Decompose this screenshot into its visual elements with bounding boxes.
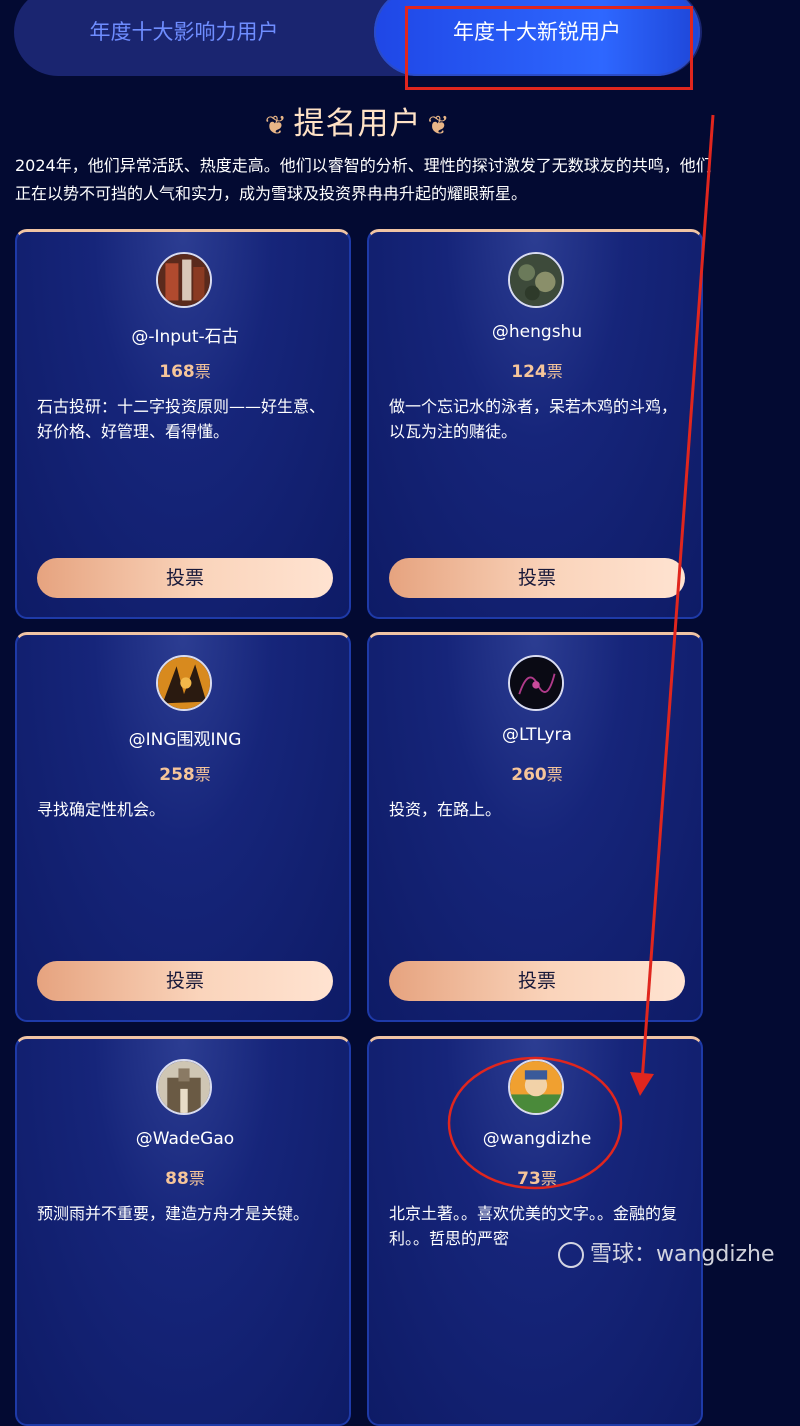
- section-title: ❦ 提名用户 ❦: [0, 98, 715, 143]
- watermark: 雪球：wangdizhe: [558, 1236, 775, 1268]
- username[interactable]: @ING围观ING: [17, 725, 349, 750]
- nominee-card: @-Input-石古 168票 石古投研：十二字投资原则——好生意、好价格、好管…: [15, 229, 351, 619]
- avatar[interactable]: [508, 1059, 564, 1115]
- nominee-card: @hengshu 124票 做一个忘记水的泳者，呆若木鸡的斗鸡，以瓦为注的赌徒。…: [367, 229, 703, 619]
- username[interactable]: @hengshu: [369, 322, 701, 342]
- user-description: 预测雨并不重要，建造方舟才是关键。: [37, 1204, 310, 1223]
- avatar[interactable]: [156, 1059, 212, 1115]
- snowball-logo-icon: [558, 1242, 584, 1268]
- vote-button[interactable]: 投票: [389, 961, 685, 1001]
- section-intro: 2024年，他们异常活跃、热度走高。他们以睿智的分析、理性的探讨激发了无数球友的…: [15, 156, 712, 203]
- vote-count: 260票: [511, 765, 563, 785]
- laurel-right-icon: ❦: [427, 110, 451, 141]
- vote-button[interactable]: 投票: [37, 558, 333, 598]
- avatar[interactable]: [508, 655, 564, 711]
- vote-count: 88票: [165, 1169, 205, 1189]
- username[interactable]: @WadeGao: [17, 1129, 349, 1149]
- avatar[interactable]: [156, 655, 212, 711]
- user-description: 做一个忘记水的泳者，呆若木鸡的斗鸡，以瓦为注的赌徒。: [389, 397, 678, 441]
- vote-button[interactable]: 投票: [37, 961, 333, 1001]
- vote-count: 168票: [159, 362, 211, 382]
- username[interactable]: @wangdizhe: [369, 1129, 701, 1149]
- username[interactable]: @LTLyra: [369, 725, 701, 745]
- section-title-text: 提名用户: [293, 106, 422, 142]
- vote-count: 73票: [517, 1169, 557, 1189]
- annotation-highlight-box: [405, 6, 693, 90]
- vote-button[interactable]: 投票: [389, 558, 685, 598]
- nominee-card: @LTLyra 260票 投资，在路上。 投票: [367, 632, 703, 1022]
- laurel-left-icon: ❦: [264, 110, 288, 141]
- user-description: 投资，在路上。: [389, 800, 502, 819]
- nominee-card: @wangdizhe 73票 北京土著。。喜欢优美的文字。。金融的复利。。哲思的…: [367, 1036, 703, 1426]
- vote-count: 258票: [159, 765, 211, 785]
- user-description: 石古投研：十二字投资原则——好生意、好价格、好管理、看得懂。: [37, 397, 326, 441]
- tab-influence-users[interactable]: 年度十大影响力用户: [14, 0, 354, 76]
- username[interactable]: @-Input-石古: [17, 322, 349, 347]
- avatar[interactable]: [508, 252, 564, 308]
- nominee-card: @WadeGao 88票 预测雨并不重要，建造方舟才是关键。: [15, 1036, 351, 1426]
- user-description: 寻找确定性机会。: [37, 800, 166, 819]
- avatar[interactable]: [156, 252, 212, 308]
- vote-count: 124票: [511, 362, 563, 382]
- nominee-card: @ING围观ING 258票 寻找确定性机会。 投票: [15, 632, 351, 1022]
